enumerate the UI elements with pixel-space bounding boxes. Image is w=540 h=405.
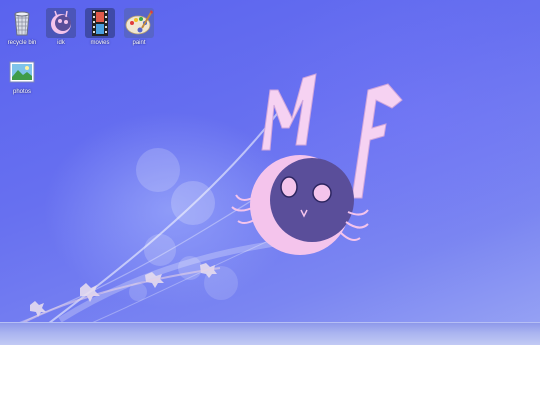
recycle-bin-icon bbox=[7, 8, 37, 38]
desktop-icon-label: recycle bin bbox=[7, 40, 37, 46]
desktop-icon-label: paint bbox=[132, 40, 146, 46]
desktop-icon-label: movies bbox=[90, 40, 110, 46]
wallpaper-light-streak bbox=[19, 109, 281, 345]
photos-icon bbox=[7, 57, 37, 87]
desktop-icon-movies[interactable]: movies bbox=[78, 8, 122, 47]
wallpaper-bokeh bbox=[136, 148, 180, 192]
wallpaper-bokeh bbox=[144, 234, 176, 266]
desktop-icon-photos[interactable]: photos bbox=[0, 57, 44, 96]
blank-area bbox=[0, 345, 540, 405]
desktop-icon-idk[interactable]: idk bbox=[39, 8, 83, 47]
wallpaper-floor bbox=[0, 322, 540, 345]
desktop-icon-recycle-bin[interactable]: recycle bin bbox=[0, 8, 44, 47]
paint-palette-icon bbox=[124, 8, 154, 38]
movies-icon bbox=[85, 8, 115, 38]
wallpaper-logo-face bbox=[231, 155, 369, 255]
wallpaper-light-streak bbox=[58, 237, 301, 323]
wallpaper-bokeh bbox=[178, 256, 202, 280]
wallpaper bbox=[0, 73, 403, 345]
desktop-icon-label: idk bbox=[57, 40, 65, 46]
wallpaper-bokeh bbox=[171, 181, 215, 225]
desktop-icon-paint[interactable]: paint bbox=[117, 8, 161, 47]
idk-icon bbox=[46, 8, 76, 38]
desktop-icon-label: photos bbox=[12, 89, 31, 95]
desktop[interactable]: recycle bin idk movies paint photos bbox=[0, 0, 540, 345]
